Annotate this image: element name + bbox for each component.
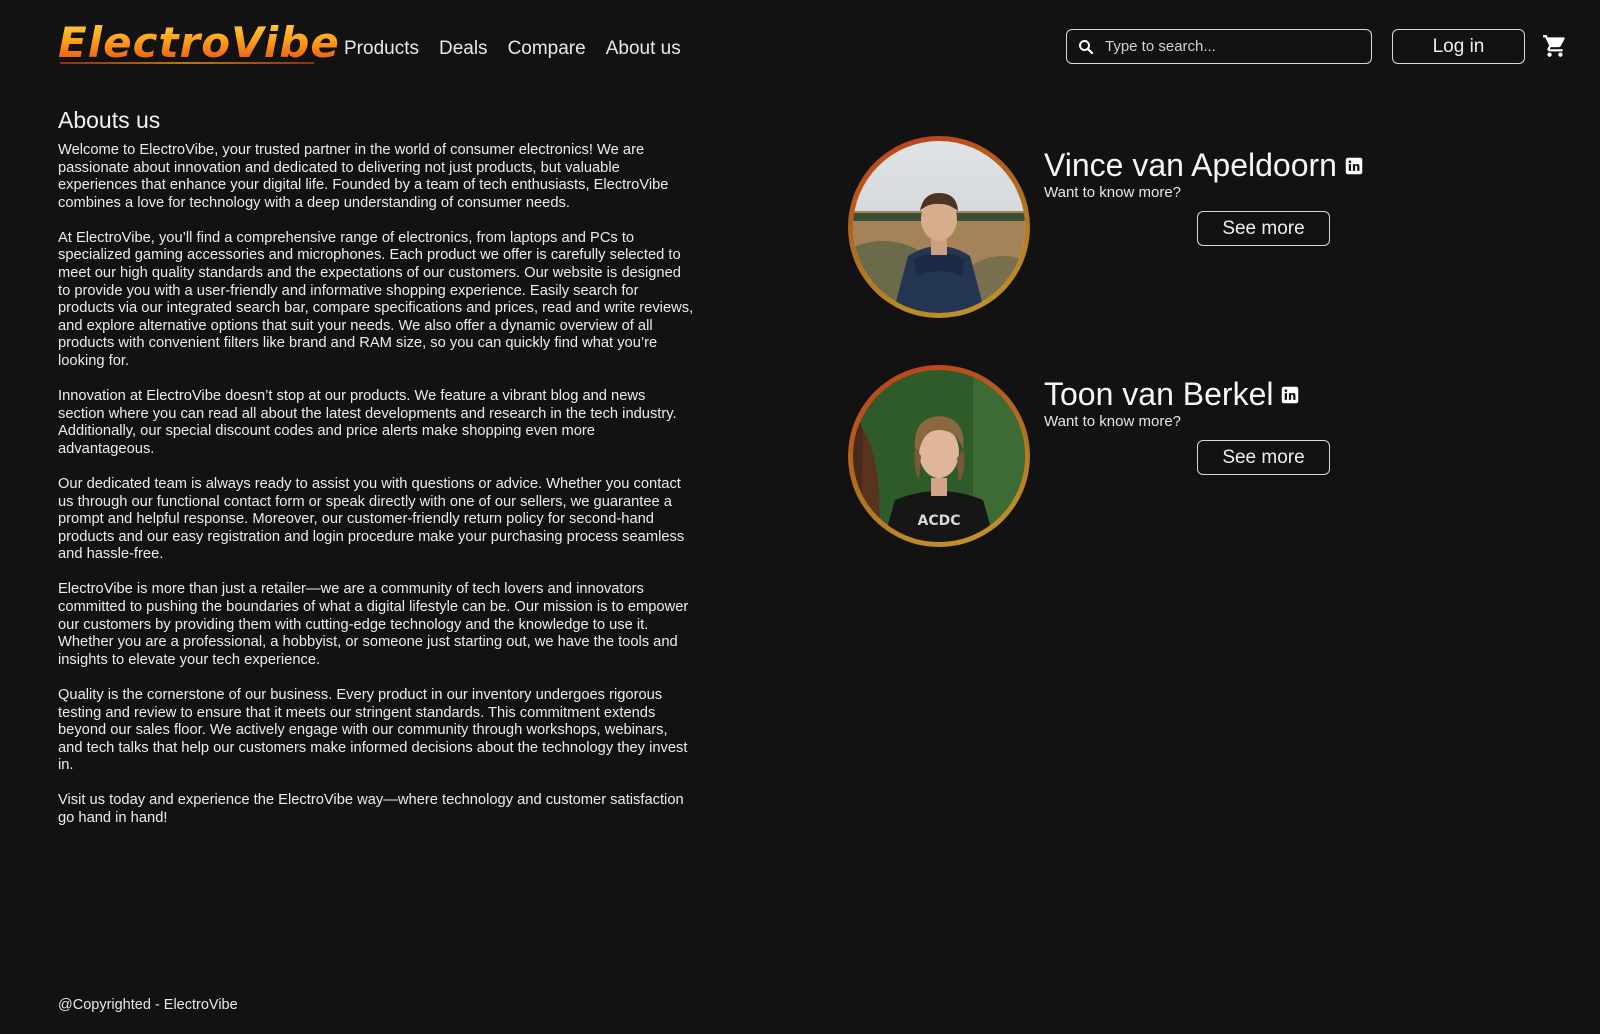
member-name: Toon van Berkel (1044, 375, 1299, 413)
about-paragraph: Our dedicated team is always ready to as… (58, 476, 685, 563)
about-paragraph: Welcome to ElectroVibe, your trusted par… (58, 142, 669, 211)
team-member-card: Vince van Apeldoorn Want to know more? S… (848, 136, 1408, 320)
page-title: Abouts us (58, 107, 161, 133)
about-paragraph: Innovation at ElectroVibe doesn’t stop a… (58, 388, 677, 457)
about-paragraph: Visit us today and experience the Electr… (58, 792, 684, 826)
avatar-photo-vince (853, 141, 1025, 313)
nav-deals[interactable]: Deals (439, 36, 488, 62)
copyright-footer: @Copyrighted - ElectroVibe (58, 997, 238, 1013)
team-member-card: ACDC Toon van Berkel Want to know more? … (848, 365, 1408, 549)
cart-icon[interactable] (1542, 33, 1568, 59)
avatar-photo-toon: ACDC (853, 370, 1025, 542)
member-subtitle: Want to know more? (1044, 413, 1181, 430)
about-section: Abouts us Welcome to ElectroVibe, your t… (58, 106, 694, 845)
member-name: Vince van Apeldoorn (1044, 146, 1363, 184)
see-more-button[interactable]: See more (1197, 211, 1330, 246)
site-logo[interactable]: ElectroVibe (58, 18, 340, 68)
nav-compare[interactable]: Compare (508, 36, 586, 62)
search-bar[interactable] (1066, 29, 1372, 64)
about-paragraph: ElectroVibe is more than just a retailer… (58, 581, 689, 668)
search-icon (1079, 39, 1094, 54)
member-name-text: Toon van Berkel (1044, 376, 1274, 412)
shirt-print: ACDC (917, 513, 960, 529)
member-name-text: Vince van Apeldoorn (1044, 147, 1337, 183)
logo-underline (60, 62, 314, 64)
about-paragraph: Quality is the cornerstone of our busine… (58, 686, 688, 774)
avatar (853, 141, 1025, 313)
main-nav: Products Deals Compare About us (344, 36, 701, 62)
about-paragraph: At ElectroVibe, you’ll find a comprehens… (58, 229, 694, 370)
nav-products[interactable]: Products (344, 36, 419, 62)
see-more-button[interactable]: See more (1197, 440, 1330, 475)
linkedin-icon[interactable] (1281, 386, 1299, 404)
about-page: ElectroVibe Products Deals Compare About… (0, 0, 1600, 1034)
nav-about-us[interactable]: About us (606, 36, 681, 62)
search-input[interactable] (1103, 37, 1357, 56)
site-header: ElectroVibe Products Deals Compare About… (0, 0, 1600, 96)
member-subtitle: Want to know more? (1044, 184, 1181, 201)
linkedin-icon[interactable] (1345, 157, 1363, 175)
avatar: ACDC (853, 370, 1025, 542)
login-button[interactable]: Log in (1392, 29, 1525, 64)
